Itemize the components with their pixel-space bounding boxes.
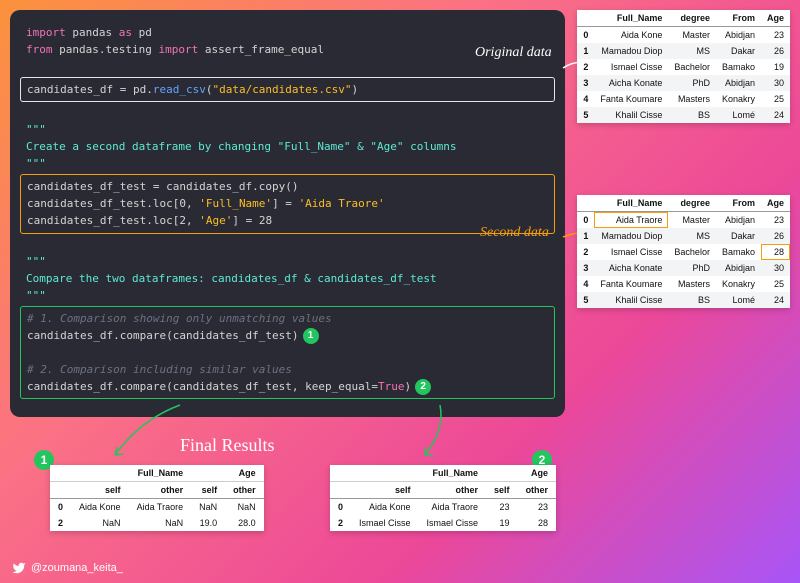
code-editor: import pandas as pd from pandas.testing … xyxy=(10,10,565,417)
table-row: 2Ismael CisseIsmael Cisse1928 xyxy=(330,515,556,531)
badge-1-icon: 1 xyxy=(303,328,319,344)
code-line: import pandas as pd xyxy=(26,24,549,41)
code-box-copy: candidates_df_test = candidates_df.copy(… xyxy=(20,174,555,233)
table-row: 3Aicha KonatePhDAbidjan30 xyxy=(577,75,790,91)
table-result-1: Full_NameAge selfotherselfother 0Aida Ko… xyxy=(50,465,264,531)
table-original: Full_NamedegreeFromAge 0Aida KoneMasterA… xyxy=(577,10,790,123)
table-row: 1Mamadou DiopMSDakar26 xyxy=(577,228,790,244)
label-original-data: Original data xyxy=(475,45,552,61)
table-row: 2Ismael CisseBachelorBamako19 xyxy=(577,59,790,75)
badge-2-icon: 2 xyxy=(415,379,431,395)
code-line: from pandas.testing import assert_frame_… xyxy=(26,41,549,58)
table-row: 4Fanta KoumareMastersKonakry25 xyxy=(577,276,790,292)
table-result-2: Full_NameAge selfotherselfother 0Aida Ko… xyxy=(330,465,556,531)
table-row: 5Khalil CisseBSLomé24 xyxy=(577,292,790,308)
code-box-readcsv: candidates_df = pd.read_csv("data/candid… xyxy=(20,77,555,102)
table-row: 4Fanta KoumareMastersKonakry25 xyxy=(577,91,790,107)
label-final-results: Final Results xyxy=(180,435,275,456)
table-row: 2Ismael CisseBachelorBamako28 xyxy=(577,244,790,260)
table-row: 3Aicha KonatePhDAbidjan30 xyxy=(577,260,790,276)
table-second: Full_NamedegreeFromAge 0Aida TraoreMaste… xyxy=(577,195,790,308)
table-row: 0Aida TraoreMasterAbidjan23 xyxy=(577,212,790,229)
twitter-handle: @zoumana_keita_ xyxy=(12,561,123,575)
table-row: 0Aida KoneMasterAbidjan23 xyxy=(577,27,790,44)
label-second-data: Second data xyxy=(480,225,549,241)
table-row: 0Aida KoneAida TraoreNaNNaN xyxy=(50,499,264,516)
table-row: 5Khalil CisseBSLomé24 xyxy=(577,107,790,123)
table-row: 1Mamadou DiopMSDakar26 xyxy=(577,43,790,59)
twitter-icon xyxy=(12,561,26,575)
code-box-compare: # 1. Comparison showing only unmatching … xyxy=(20,306,555,399)
table-row: 2NaNNaN19.028.0 xyxy=(50,515,264,531)
twitter-handle-text: @zoumana_keita_ xyxy=(31,562,123,574)
table-row: 0Aida KoneAida Traore2323 xyxy=(330,499,556,516)
